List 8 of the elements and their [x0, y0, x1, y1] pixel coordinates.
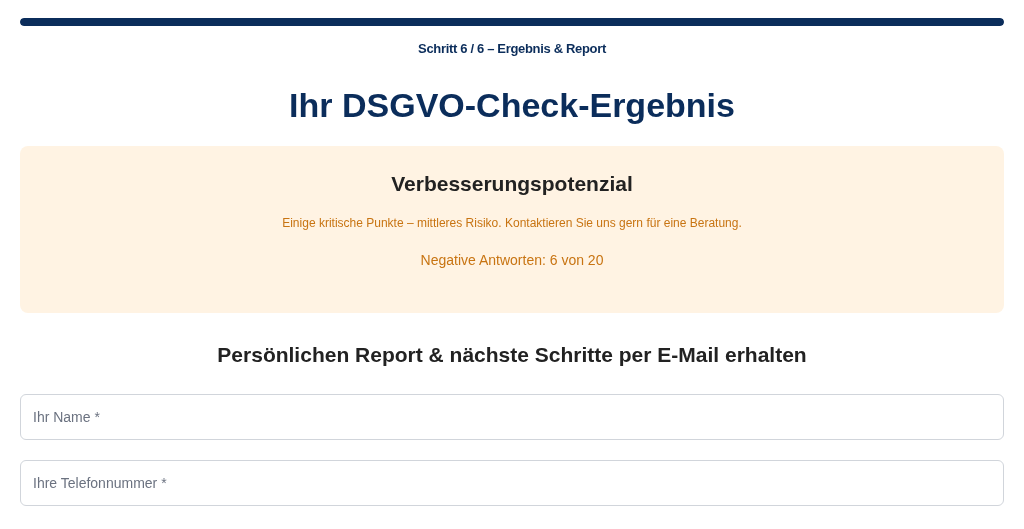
form-heading: Persönlichen Report & nächste Schritte per E-Mail erhalten	[217, 341, 807, 368]
page-title: Ihr DSGVO-Check-Ergebnis	[289, 84, 735, 126]
input-field[interactable]: Ihr Name *	[20, 393, 1004, 440]
step-label: Schritt 6 / 6 – Ergebnis & Report	[418, 40, 606, 58]
input-field[interactable]: Ihre Telefonnummer *	[20, 459, 1004, 506]
negative-count: Negative Antworten: 6 von 20	[420, 250, 604, 270]
result-heading: Verbesserungspotenzial	[391, 170, 633, 197]
result-message: Einige kritische Punkte – mittleres Risiko. Kontaktieren Sie uns gern für eine Beratung.	[282, 214, 742, 232]
